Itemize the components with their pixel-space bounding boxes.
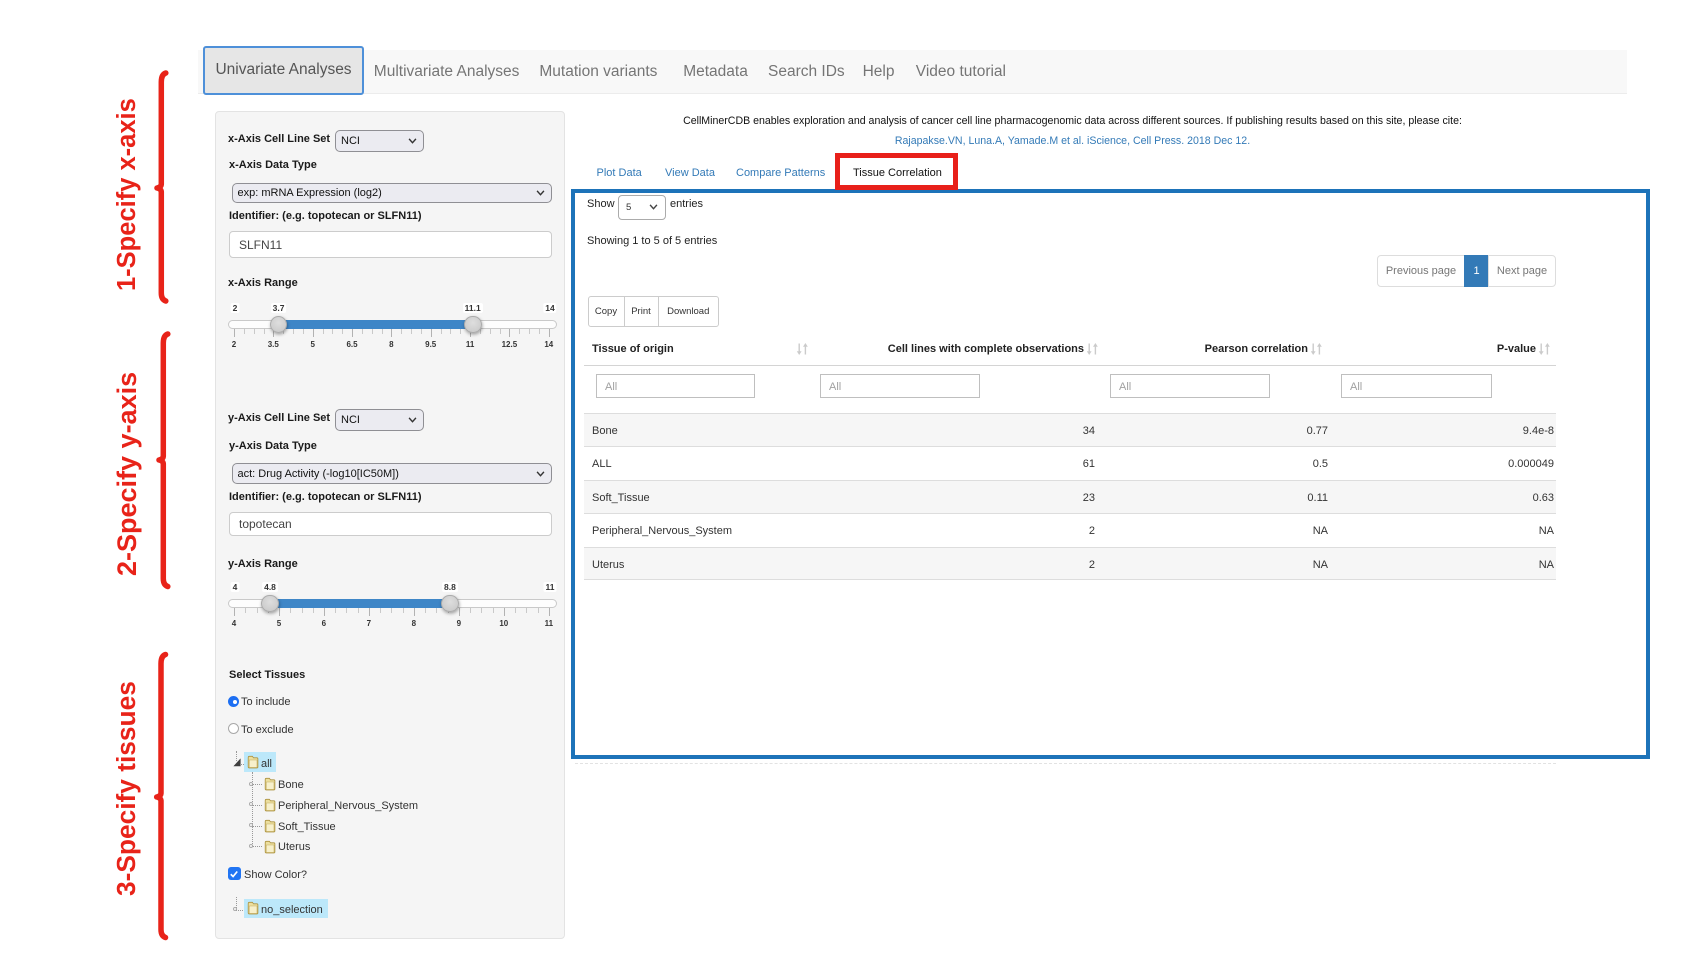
svg-text:3-Specify tissues: 3-Specify tissues (111, 681, 141, 896)
svg-text:1-Specify x-axis: 1-Specify x-axis (113, 98, 141, 291)
svg-text:2-Specify y-axis: 2-Specify y-axis (112, 372, 142, 576)
